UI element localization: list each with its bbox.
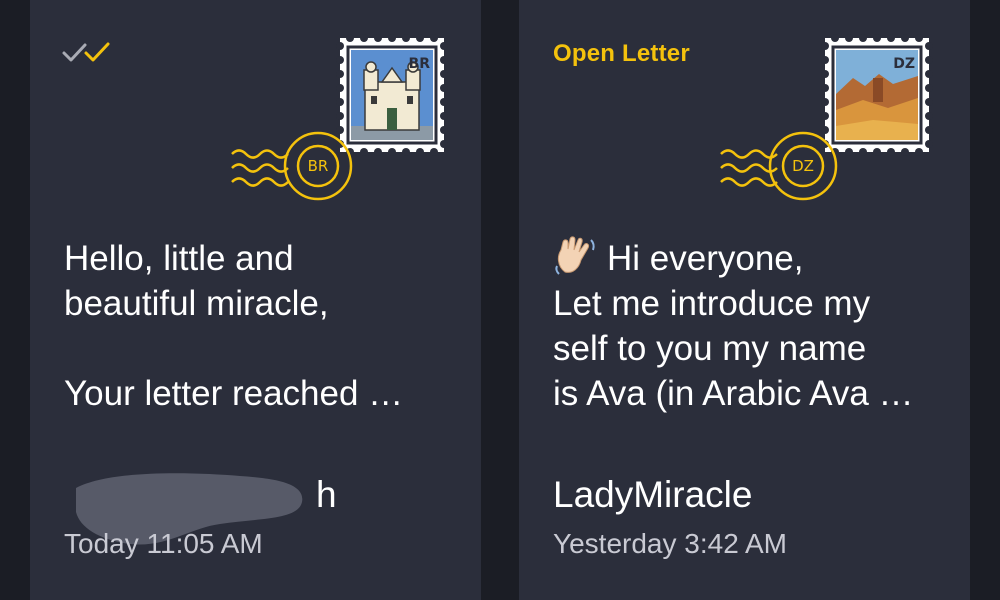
open-letter-label: Open Letter <box>553 40 690 67</box>
sender-name: LadyMiracle <box>553 474 753 515</box>
preview-line: beautiful miracle, <box>64 284 329 323</box>
preview-line: self to you my name <box>553 329 867 368</box>
preview-line: Hi everyone, <box>607 239 804 278</box>
postmark-code: DZ <box>792 157 814 175</box>
stamp-country-code: BR <box>409 56 431 72</box>
postage-stamp: BR BR <box>224 34 454 204</box>
postage-stamp: DZ DZ <box>713 34 943 204</box>
waving-hand-icon <box>555 236 595 275</box>
timestamp: Today 11:05 AM <box>64 528 263 559</box>
preview-line: Hello, little and <box>64 239 294 278</box>
postmark-code: BR <box>308 157 329 175</box>
letter-preview: Hello, little and beautiful miracle, You… <box>64 236 464 416</box>
timestamp: Yesterday 3:42 AM <box>553 528 788 559</box>
letter-card[interactable]: Open Letter DZ DZ Hi everyone, Let me in… <box>519 0 970 600</box>
preview-line: Your letter reached … <box>64 374 404 413</box>
preview-line: Let me introduce my <box>553 284 871 323</box>
letter-card[interactable]: BR BR Hello, little and beautiful miracl… <box>30 0 481 600</box>
double-check-icon <box>62 42 110 62</box>
preview-line: is Ava (in Arabic Ava … <box>553 374 914 413</box>
letter-preview: Hi everyone, Let me introduce my self to… <box>553 236 953 416</box>
